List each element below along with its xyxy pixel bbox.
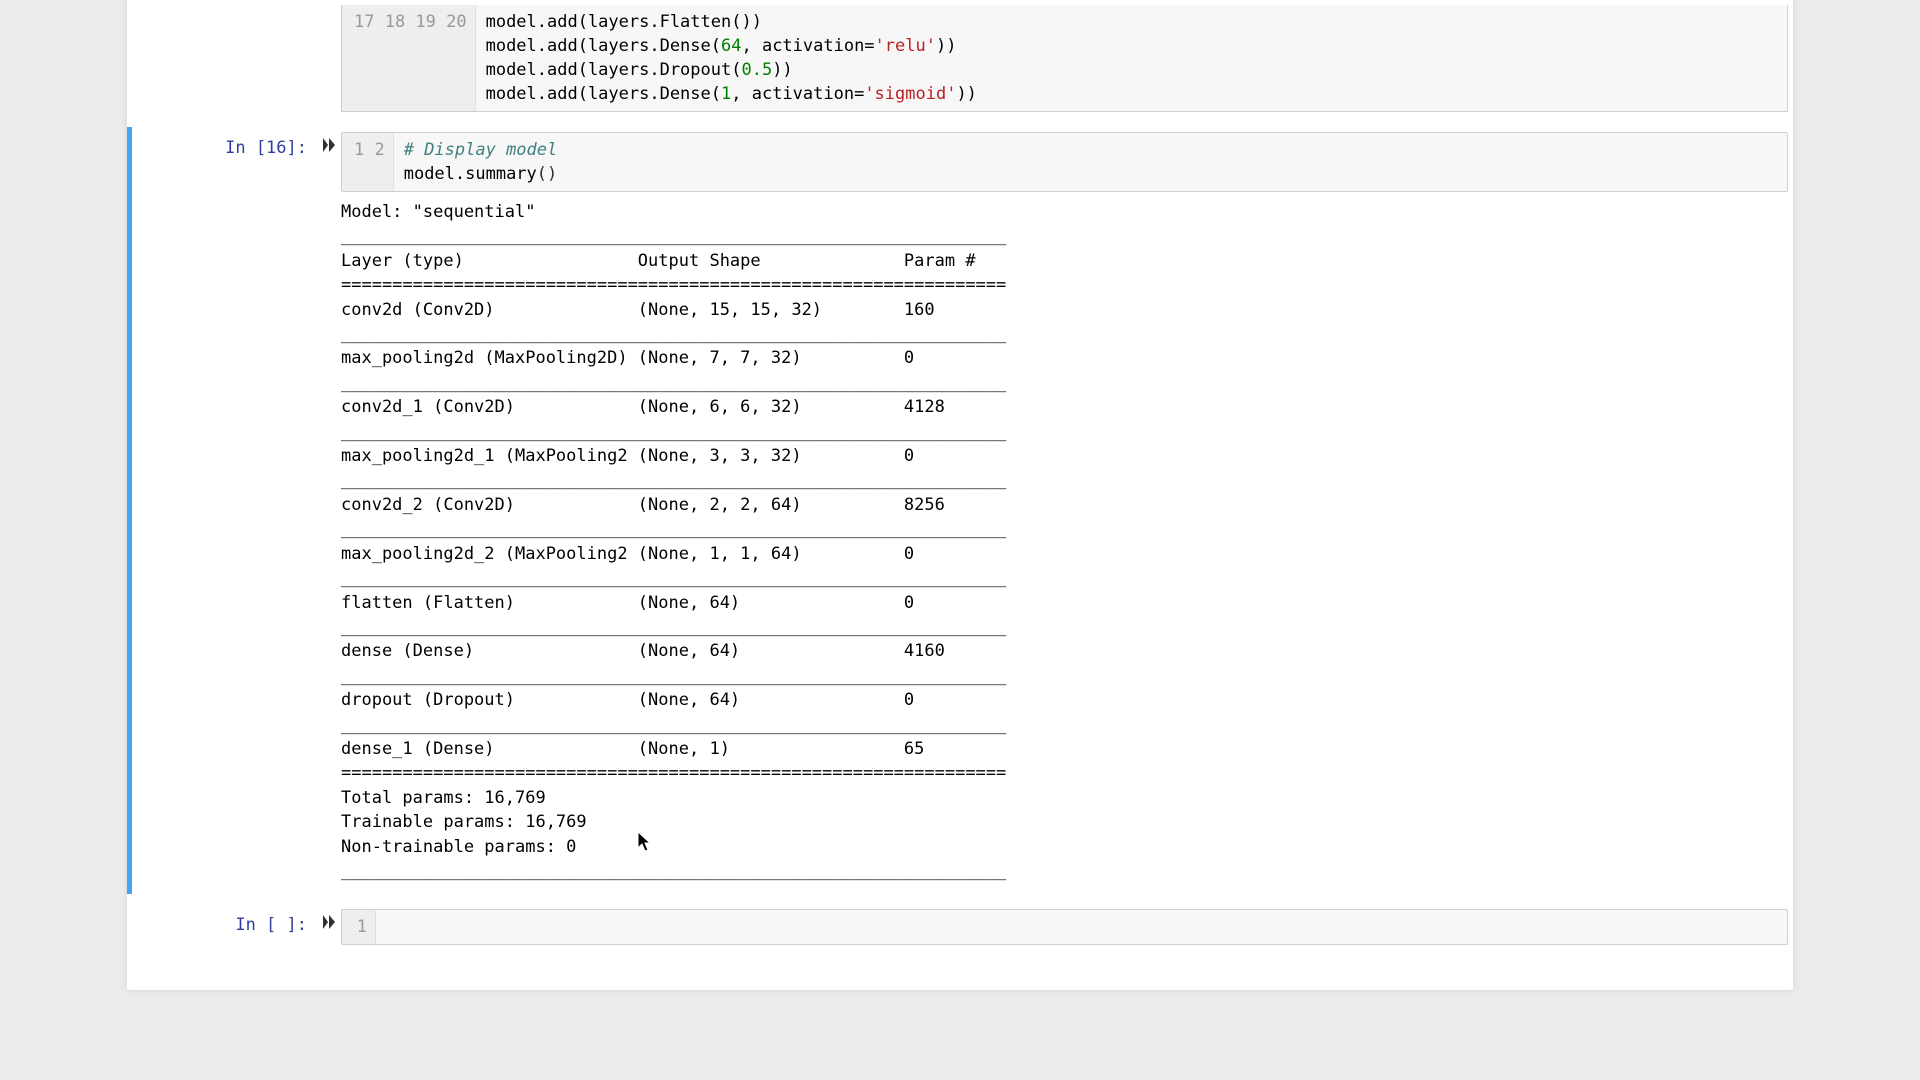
run-button-empty[interactable] — [317, 909, 341, 932]
line-gutter: 1 2 — [342, 133, 394, 191]
notebook-container: 17 18 19 20 model.add(layers.Flatten()) … — [127, 0, 1793, 990]
output-text[interactable]: Model: "sequential" ____________________… — [341, 194, 1788, 889]
prompt-prev — [132, 5, 317, 11]
cell-output-16: Out[16]: Model: "sequential" ___________… — [132, 192, 1788, 889]
code-input-16[interactable]: 1 2 # Display model model.summary() — [341, 132, 1788, 192]
mouse-cursor-icon — [638, 832, 654, 857]
code-content[interactable] — [376, 910, 406, 944]
code-content[interactable]: model.add(layers.Flatten()) model.add(la… — [476, 5, 987, 111]
code-cell-prev[interactable]: 17 18 19 20 model.add(layers.Flatten()) … — [127, 0, 1793, 117]
code-cell-16[interactable]: In [16]: 1 2 # Display model model.summa… — [127, 127, 1793, 894]
run-button-16[interactable] — [317, 132, 341, 155]
prompt-in-empty: In [ ]: — [132, 909, 317, 935]
run-icon — [323, 916, 335, 932]
prompt-in-16: In [16]: — [132, 132, 317, 158]
code-content[interactable]: # Display model model.summary() — [394, 133, 568, 191]
line-gutter: 17 18 19 20 — [342, 5, 476, 111]
code-input-prev[interactable]: 17 18 19 20 model.add(layers.Flatten()) … — [341, 5, 1788, 112]
line-gutter: 1 — [342, 910, 376, 944]
code-input-empty[interactable]: 1 — [341, 909, 1788, 945]
code-cell-empty[interactable]: In [ ]: 1 — [127, 904, 1793, 950]
run-icon — [323, 139, 335, 155]
